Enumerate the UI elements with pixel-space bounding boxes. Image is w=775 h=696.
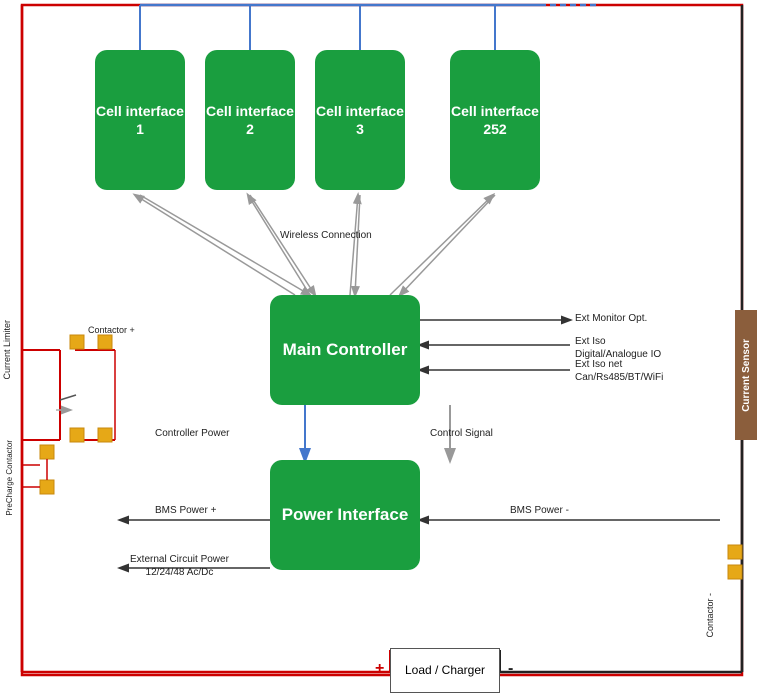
cell-interface-3: Cell interface 3 <box>315 50 405 190</box>
power-interface-block: Power Interface <box>270 460 420 570</box>
cell-interface-1: Cell interface 1 <box>95 50 185 190</box>
load-charger-box: Load / Charger <box>390 648 500 693</box>
control-signal-label: Control Signal <box>430 428 493 439</box>
bms-diagram: Cell interface 1 Cell interface 2 Cell i… <box>0 0 775 696</box>
current-limiter-label: Current Limiter <box>2 320 12 380</box>
ext-iso-net-label: Ext Iso netCan/Rs485/BT/WiFi <box>575 358 663 384</box>
contactor-minus-label: Contactor - <box>705 593 715 638</box>
main-controller-block: Main Controller <box>270 295 420 405</box>
bms-power-minus-label: BMS Power - <box>510 505 569 516</box>
minus-symbol: - <box>508 660 513 678</box>
bms-power-plus-label: BMS Power + <box>155 505 216 516</box>
controller-power-label: Controller Power <box>155 428 229 439</box>
contactor-plus-label: Contactor + <box>88 325 135 335</box>
current-sensor-block: Current Sensor <box>735 310 757 440</box>
plus-symbol: + <box>375 660 384 678</box>
current-sensor-label: Current Sensor <box>741 339 752 412</box>
wireless-connection-label: Wireless Connection <box>280 230 372 241</box>
external-circuit-label: External Circuit Power12/24/48 Ac/Dc <box>130 553 229 579</box>
cell-interface-252: Cell interface 252 <box>450 50 540 190</box>
cell-interface-2: Cell interface 2 <box>205 50 295 190</box>
ext-monitor-label: Ext Monitor Opt. <box>575 313 647 324</box>
precharge-contactor-label: PreCharge Contactor <box>5 440 14 516</box>
